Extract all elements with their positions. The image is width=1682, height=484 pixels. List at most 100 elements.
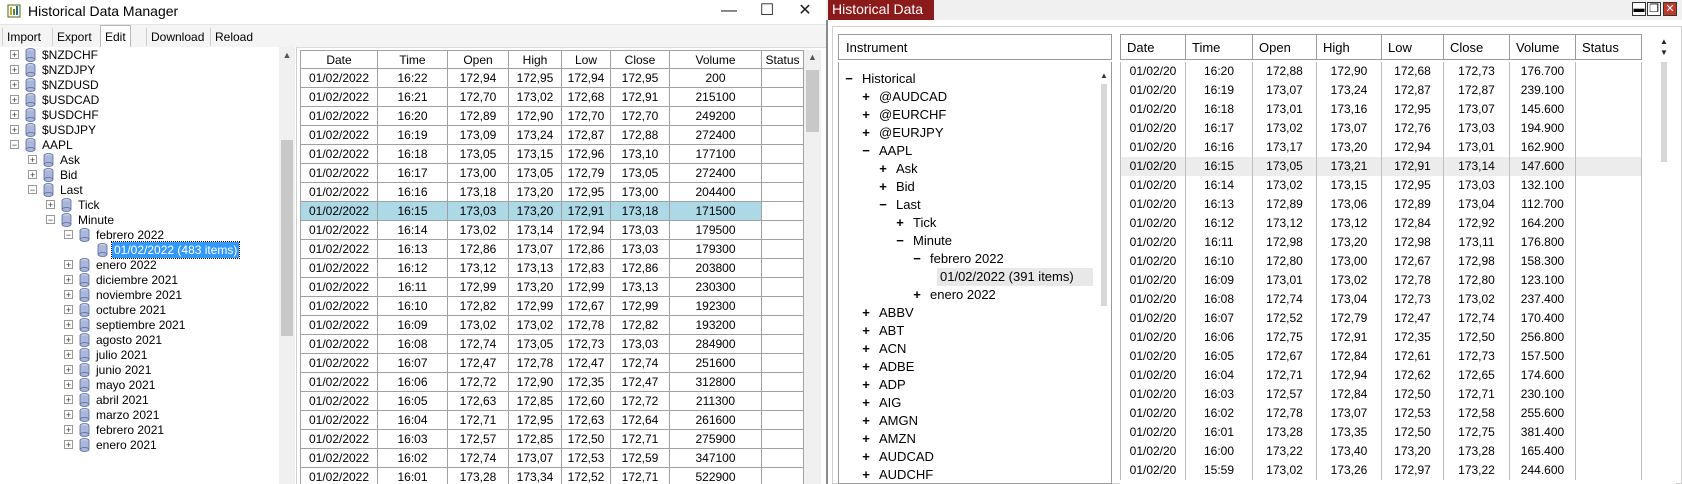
table-row[interactable]: 01/02/2022 16:06 172,72 172,90 172,35 172,47 3… bbox=[300, 373, 804, 392]
column-header-high[interactable]: High bbox=[1317, 34, 1382, 60]
tree-item-octubre-2021[interactable]: + octubre 2021 bbox=[0, 302, 279, 318]
expand-icon[interactable]: + bbox=[10, 95, 19, 105]
table-row[interactable]: 01/02/20 16:01 173,28 173,35 172,50 172,75 381… bbox=[1120, 423, 1656, 442]
table-row[interactable]: 01/02/20 15:59 173,02 173,26 172,97 173,22 244… bbox=[1120, 461, 1656, 480]
tree-item-diciembre-2021[interactable]: + diciembre 2021 bbox=[0, 272, 279, 288]
tree-item-ask[interactable]: + Ask bbox=[0, 152, 279, 168]
table-row[interactable]: 01/02/20 16:03 172,57 172,84 172,50 172,71 230… bbox=[1120, 385, 1656, 404]
expand-icon[interactable]: + bbox=[911, 286, 923, 304]
table-row[interactable]: 01/02/20 16:16 173,17 173,20 172,94 173,01 162… bbox=[1120, 138, 1656, 157]
tree-item-mayo-2021[interactable]: + mayo 2021 bbox=[0, 377, 279, 393]
table-row[interactable]: 01/02/2022 16:08 172,74 173,05 172,73 173,03 2… bbox=[300, 335, 804, 354]
tree-item-febrero-2021[interactable]: + febrero 2021 bbox=[0, 422, 279, 438]
table-row[interactable]: 01/02/20 16:17 173,02 173,07 172,76 173,03 194… bbox=[1120, 119, 1656, 138]
column-header-volume[interactable]: Volume bbox=[670, 50, 762, 69]
table-row[interactable]: 01/02/2022 16:13 172,86 173,07 172,86 173,03 1… bbox=[300, 240, 804, 259]
tree-item-julio-2021[interactable]: + julio 2021 bbox=[0, 347, 279, 363]
maximize-button[interactable]: ❐ bbox=[1647, 2, 1661, 16]
table-row[interactable]: 01/02/2022 16:02 172,74 173,07 172,53 172,59 3… bbox=[300, 449, 804, 468]
table-row[interactable]: 01/02/20 16:14 173,02 173,15 172,95 173,03 132… bbox=[1120, 176, 1656, 195]
expand-icon[interactable]: + bbox=[64, 365, 73, 375]
tree-item-eurjpy[interactable]: + @EURJPY bbox=[839, 124, 1095, 142]
tree-item-abril-2021[interactable]: + abril 2021 bbox=[0, 392, 279, 408]
expand-icon[interactable]: + bbox=[860, 124, 872, 142]
tree-item-bid[interactable]: + Bid bbox=[0, 167, 279, 183]
tree-item-septiembre-2021[interactable]: + septiembre 2021 bbox=[0, 317, 279, 333]
tree-item-marzo-2021[interactable]: + marzo 2021 bbox=[0, 407, 279, 423]
expand-icon[interactable]: + bbox=[860, 358, 872, 376]
tree-item-01-02-2022-483-items[interactable]: 01/02/2022 (483 items) bbox=[0, 241, 279, 259]
expand-icon[interactable]: + bbox=[64, 335, 73, 345]
tree-item-minute[interactable]: − Minute bbox=[839, 232, 1095, 250]
expand-icon[interactable]: + bbox=[28, 170, 37, 180]
expand-icon[interactable]: + bbox=[894, 214, 906, 232]
table-row[interactable]: 01/02/2022 16:22 172,94 172,95 172,94 172,95 2… bbox=[300, 69, 804, 88]
table-row[interactable]: 01/02/20 16:04 172,71 172,94 172,62 172,65 174… bbox=[1120, 366, 1656, 385]
table-row[interactable]: 01/02/2022 16:10 172,82 172,99 172,67 172,99 1… bbox=[300, 297, 804, 316]
collapse-icon[interactable]: − bbox=[10, 140, 19, 150]
table-row[interactable]: 01/02/20 16:19 173,07 173,24 172,87 172,87 239… bbox=[1120, 81, 1656, 100]
tree-scroll-thumb[interactable] bbox=[1101, 84, 1107, 306]
tree-item-tick[interactable]: + Tick bbox=[0, 197, 279, 213]
tree-item-usdjpy[interactable]: + $USDJPY bbox=[0, 122, 279, 138]
tree-item-aig[interactable]: + AIG bbox=[839, 394, 1095, 412]
tree-item-aapl[interactable]: − AAPL bbox=[839, 142, 1095, 160]
collapse-icon[interactable]: − bbox=[28, 185, 37, 195]
instrument-tree[interactable]: + $NZDCHF + $NZDJPY + $NZDUSD + $USDCAD + $USDCHF… bbox=[0, 47, 297, 484]
tree-item-usdcad[interactable]: + $USDCAD bbox=[0, 92, 279, 108]
grid-scroll-thumb[interactable] bbox=[806, 70, 819, 132]
tree-item-audcad[interactable]: + AUDCAD bbox=[839, 448, 1095, 466]
menu-import[interactable]: Import bbox=[2, 28, 45, 46]
column-header-status[interactable]: Status bbox=[762, 50, 804, 69]
tree-item-junio-2021[interactable]: + junio 2021 bbox=[0, 362, 279, 378]
table-row[interactable]: 01/02/20 16:09 173,01 173,02 172,78 172,80 123… bbox=[1120, 271, 1656, 290]
collapse-icon[interactable]: − bbox=[911, 250, 923, 268]
table-row[interactable]: 01/02/20 16:11 172,98 173,20 172,98 173,11 176… bbox=[1120, 233, 1656, 252]
scroll-up-icon[interactable]: ▲ bbox=[804, 52, 821, 66]
tree-item-febrero-2022[interactable]: − febrero 2022 bbox=[839, 250, 1095, 268]
minimize-button[interactable]: ▬ bbox=[1632, 2, 1646, 16]
table-row[interactable]: 01/02/20 16:06 172,75 172,91 172,35 172,50 256… bbox=[1120, 328, 1656, 347]
expand-icon[interactable]: + bbox=[64, 440, 73, 450]
expand-icon[interactable]: + bbox=[860, 340, 872, 358]
table-row[interactable]: 01/02/20 16:20 172,88 172,90 172,68 172,73 176… bbox=[1120, 62, 1656, 81]
tree-item-enero-2022[interactable]: + enero 2022 bbox=[0, 257, 279, 273]
close-button[interactable]: ✕ bbox=[786, 0, 824, 22]
table-row[interactable]: 01/02/20 16:10 172,80 173,00 172,67 172,98 158… bbox=[1120, 252, 1656, 271]
tree-item-amgn[interactable]: + AMGN bbox=[839, 412, 1095, 430]
tree-item-nzdusd[interactable]: + $NZDUSD bbox=[0, 77, 279, 93]
tree-item-enero-2022[interactable]: + enero 2022 bbox=[839, 286, 1095, 304]
expand-icon[interactable]: + bbox=[64, 425, 73, 435]
expand-icon[interactable]: + bbox=[10, 125, 19, 135]
table-row[interactable]: 01/02/20 16:13 172,89 173,06 172,89 173,04 112… bbox=[1120, 195, 1656, 214]
table-row[interactable]: 01/02/2022 16:04 172,71 172,95 172,63 172,64 2… bbox=[300, 411, 804, 430]
tree-item-historical[interactable]: − Historical bbox=[839, 70, 1095, 88]
menu-reload[interactable]: Reload bbox=[210, 28, 257, 46]
expand-icon[interactable]: + bbox=[10, 80, 19, 90]
tree-item-eurchf[interactable]: + @EURCHF bbox=[839, 106, 1095, 124]
table-row[interactable]: 01/02/20 16:18 173,01 173,16 172,95 173,07 145… bbox=[1120, 100, 1656, 119]
column-header-close[interactable]: Close bbox=[611, 50, 670, 69]
data-grid[interactable]: Date Time Open High Low Close Volume Status 01/0… bbox=[1120, 34, 1676, 484]
tree-item-bid[interactable]: + Bid bbox=[839, 178, 1095, 196]
expand-icon[interactable]: + bbox=[46, 200, 55, 210]
table-row[interactable]: 01/02/2022 16:03 172,57 172,85 172,50 172,71 2… bbox=[300, 430, 804, 449]
table-row[interactable]: 01/02/20 16:02 172,78 173,07 172,53 172,58 255… bbox=[1120, 404, 1656, 423]
table-row[interactable]: 01/02/2022 16:18 173,05 173,15 172,96 173,10 1… bbox=[300, 145, 804, 164]
table-row[interactable]: 01/02/2022 16:09 173,02 173,02 172,78 172,82 1… bbox=[300, 316, 804, 335]
collapse-icon[interactable]: − bbox=[46, 215, 55, 225]
expand-icon[interactable]: + bbox=[860, 394, 872, 412]
table-row[interactable]: 01/02/20 16:12 173,12 173,12 172,84 172,92 164… bbox=[1120, 214, 1656, 233]
expand-icon[interactable]: + bbox=[64, 290, 73, 300]
expand-icon[interactable]: + bbox=[10, 50, 19, 60]
scroll-up-icon[interactable]: ▲ bbox=[1098, 71, 1110, 83]
expand-icon[interactable]: + bbox=[877, 160, 889, 178]
tree-item-last[interactable]: − Last bbox=[839, 196, 1095, 214]
tree-scroll-thumb[interactable] bbox=[281, 140, 293, 336]
tree-item-aapl[interactable]: − AAPL bbox=[0, 137, 279, 153]
column-header-low[interactable]: Low bbox=[1382, 34, 1444, 60]
table-row[interactable]: 01/02/20 16:15 173,05 173,21 172,91 173,14 147… bbox=[1120, 157, 1656, 176]
tree-item-01-02-2022-391-items[interactable]: 01/02/2022 (391 items) bbox=[839, 268, 1095, 286]
column-header-volume[interactable]: Volume bbox=[1510, 34, 1576, 60]
tree-item-agosto-2021[interactable]: + agosto 2021 bbox=[0, 332, 279, 348]
